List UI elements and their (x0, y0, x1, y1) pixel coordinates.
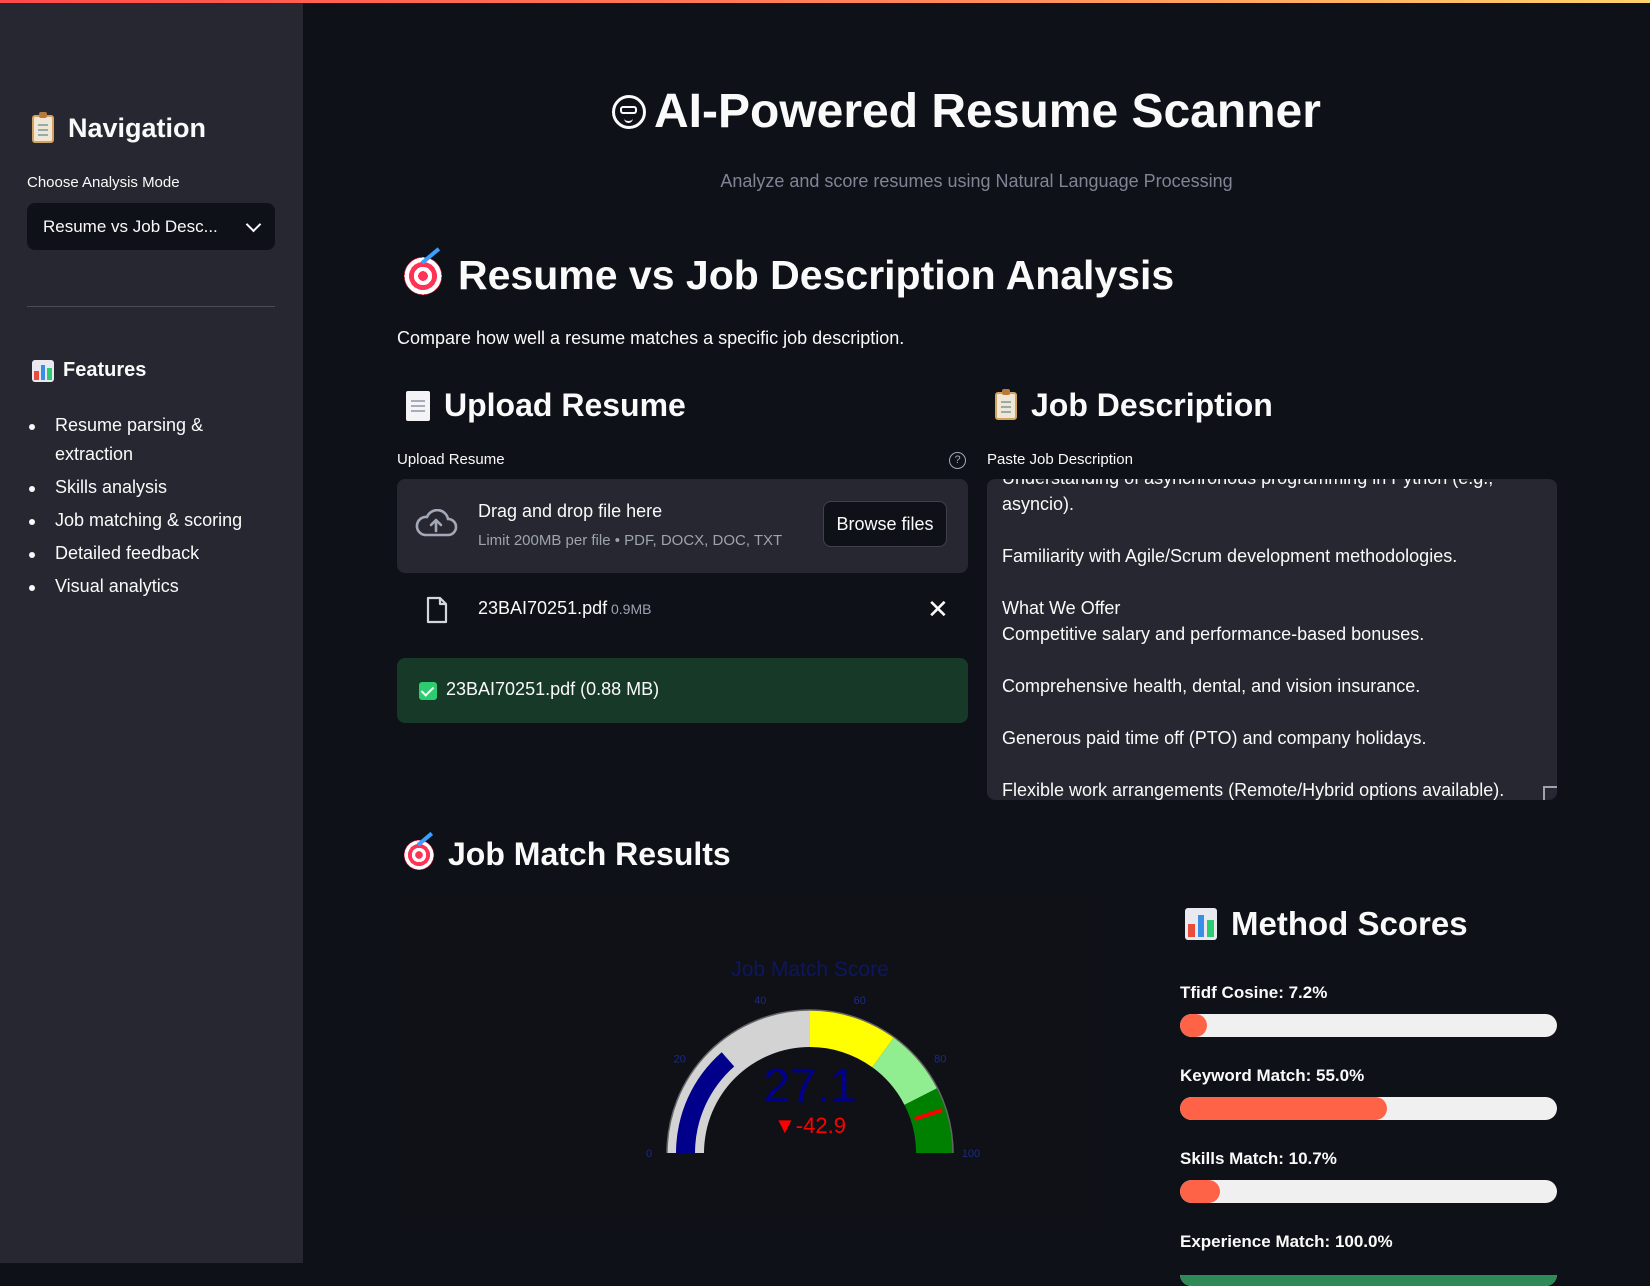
job-match-gauge: Job Match Score 0 20 40 60 80 100 27.1 ▼-42.9 (646, 958, 980, 1160)
job-description-heading: Job Description (995, 387, 1273, 424)
upload-heading-text: Upload Resume (444, 387, 686, 423)
upload-label: Upload Resume (397, 451, 505, 468)
job-heading-text: Job Description (1031, 387, 1273, 423)
gauge-tick-label: 0 (646, 1148, 652, 1160)
feature-item: Resume parsing & extraction (27, 411, 277, 469)
upload-success-alert: 23BAI70251.pdf (0.88 MB) (397, 658, 968, 723)
sidebar: Navigation Choose Analysis Mode Resume v… (0, 3, 303, 1263)
document-icon (406, 390, 430, 421)
cloud-upload-icon (415, 509, 458, 537)
metric-label: Skills Match: 10.7% (1180, 1149, 1337, 1168)
dropzone-text: Drag and drop file here (478, 501, 663, 521)
feature-item: Skills analysis (27, 473, 277, 502)
analysis-mode-value: Resume vs Job Desc... (43, 216, 218, 236)
sidebar-divider (27, 306, 275, 307)
section-description: Compare how well a resume matches a spec… (397, 328, 905, 348)
metric-progress-fill (1180, 1180, 1221, 1203)
job-description-text: Understanding of asynchronous programmin… (1002, 479, 1505, 800)
gauge-tick-label: 100 (962, 1148, 980, 1160)
job-description-label: Paste Job Description (987, 451, 1133, 468)
section-title: Resume vs Job Description Analysis (404, 252, 1174, 299)
dropzone-limit: Limit 200MB per file • PDF, DOCX, DOC, T… (478, 532, 783, 549)
feature-item: Job matching & scoring (27, 506, 277, 535)
remove-file-close-icon[interactable]: ✕ (927, 596, 949, 622)
robot-icon (612, 94, 646, 129)
metric-progress-track (1180, 1014, 1557, 1037)
metric-progress-track (1180, 1180, 1557, 1203)
gauge-tick-label: 40 (754, 995, 766, 1007)
browse-files-button[interactable]: Browse files (823, 501, 947, 547)
app-title-text: AI-Powered Resume Scanner (654, 85, 1321, 138)
metric-label: Keyword Match: 55.0% (1180, 1066, 1365, 1085)
check-icon (419, 682, 437, 700)
uploaded-file-row: 23BAI70251.pdf 0.9MB ✕ (397, 588, 968, 632)
gauge-tick-label: 20 (674, 1053, 686, 1065)
job-description-textarea[interactable]: Understanding of asynchronous programmin… (987, 479, 1557, 800)
chevron-down-icon (245, 216, 262, 232)
sidebar-nav-title: Navigation (32, 111, 207, 144)
app-subtitle: Analyze and score resumes using Natural … (720, 171, 1233, 191)
section-title-text: Resume vs Job Description Analysis (458, 252, 1175, 298)
file-icon (426, 596, 448, 624)
file-dropzone[interactable]: Drag and drop file here Limit 200MB per … (397, 479, 968, 573)
method-scores-title: Method Scores (1185, 905, 1468, 943)
target-icon (404, 839, 434, 870)
nav-title-text: Navigation (68, 113, 207, 143)
gauge-title: Job Match Score (731, 958, 889, 981)
upload-success-text: 23BAI70251.pdf (0.88 MB) (446, 679, 660, 699)
feature-item: Visual analytics (27, 572, 277, 601)
uploaded-file-size: 0.9MB (611, 601, 652, 617)
clipboard-icon (995, 388, 1017, 420)
target-icon (404, 256, 442, 295)
mode-select-label: Choose Analysis Mode (27, 174, 180, 191)
metric-progress-track (1180, 1097, 1557, 1120)
bottom-bar (0, 1263, 1650, 1275)
gauge-tick-label: 80 (934, 1053, 946, 1065)
uploaded-file-name: 23BAI70251.pdf (478, 598, 608, 618)
clipboard-icon (32, 111, 54, 143)
bar-chart-icon (1185, 908, 1217, 940)
analysis-mode-select[interactable]: Resume vs Job Desc... (27, 203, 275, 250)
results-title-text: Job Match Results (448, 836, 731, 872)
metric-progress-fill (1180, 1097, 1388, 1120)
metric-progress-fill (1180, 1014, 1208, 1037)
gauge-chart-container: Job Match Score 0 20 40 60 80 100 27.1 ▼-42.9 (397, 893, 1097, 1220)
features-title: Features (32, 359, 146, 382)
method-scores-title-text: Method Scores (1231, 905, 1468, 942)
resize-handle-icon[interactable] (1543, 786, 1557, 800)
help-icon[interactable]: ? (949, 452, 966, 469)
feature-item: Detailed feedback (27, 539, 277, 568)
upload-heading: Upload Resume (406, 387, 686, 424)
job-match-results-title: Job Match Results (404, 836, 731, 873)
features-list: Resume parsing & extraction Skills analy… (27, 411, 277, 605)
gauge-value: 27.1 (763, 1060, 856, 1113)
app-title: AI-Powered Resume Scanner (612, 84, 1321, 139)
gauge-delta: ▼-42.9 (774, 1113, 846, 1138)
bar-chart-icon (32, 359, 54, 382)
metric-label: Experience Match: 100.0% (1180, 1232, 1393, 1251)
features-title-text: Features (63, 359, 147, 381)
gauge-tick-label: 60 (854, 995, 866, 1007)
metric-label: Tfidf Cosine: 7.2% (1180, 983, 1328, 1002)
